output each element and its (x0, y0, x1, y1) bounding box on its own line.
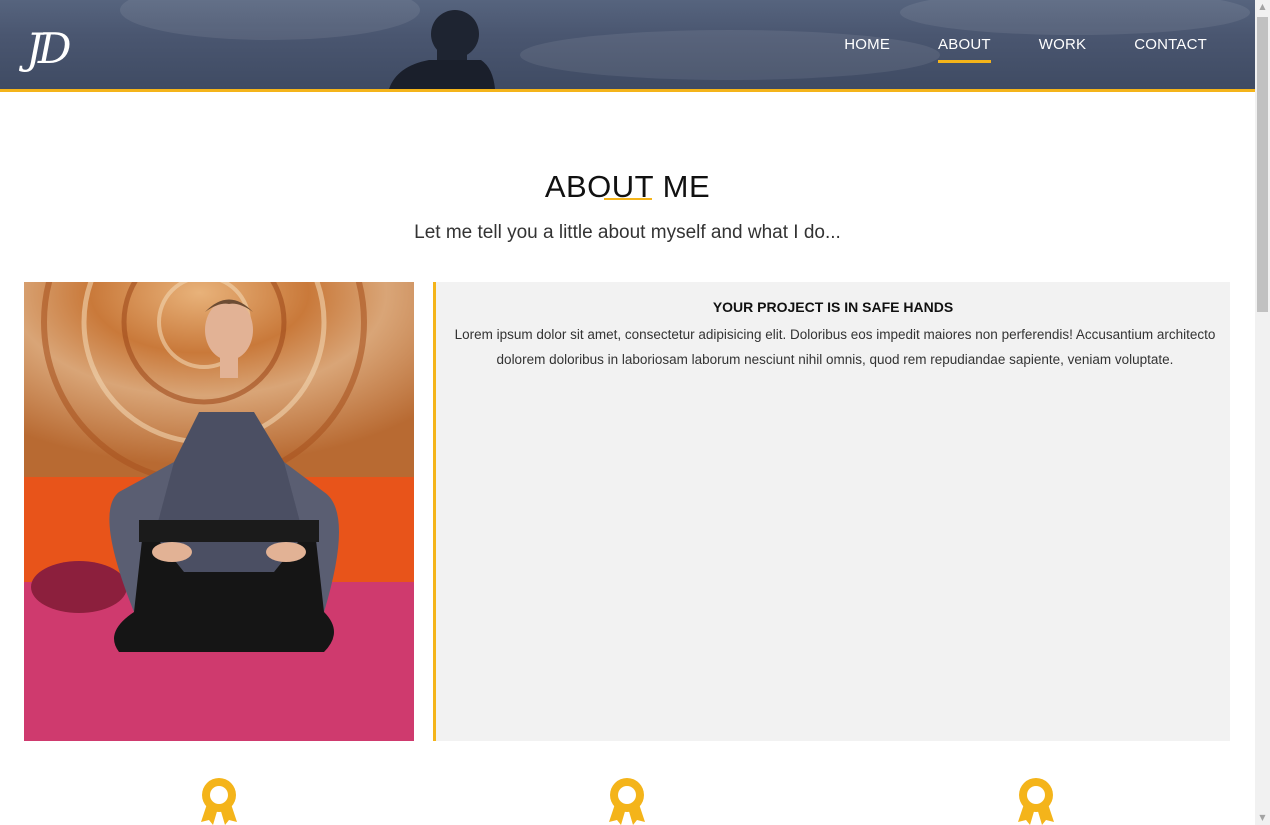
site-logo[interactable]: JD (26, 28, 71, 70)
info-text: Lorem ipsum dolor sit amet, consectetur … (454, 327, 1216, 367)
page-subtitle: Let me tell you a little about myself an… (414, 222, 841, 243)
page: JD HOME ABOUT WORK CONTACT ABOUT ME Let … (0, 0, 1255, 825)
scroll-down-arrow-icon[interactable]: ▼ (1255, 811, 1270, 825)
person-silhouette (389, 10, 495, 89)
nav-item-contact[interactable]: CONTACT (1134, 36, 1207, 53)
scrollbar-thumb[interactable] (1257, 17, 1268, 312)
profile-photo (24, 282, 414, 741)
info-panel: YOUR PROJECT IS IN SAFE HANDS Lorem ipsu… (433, 282, 1230, 741)
award-ribbon-icon (1018, 778, 1054, 825)
site-header: JD HOME ABOUT WORK CONTACT (0, 0, 1255, 92)
header-cloud (900, 0, 1250, 35)
nav-item-home[interactable]: HOME (844, 36, 890, 53)
award-ribbon-icon (609, 778, 645, 825)
title-underline (604, 198, 652, 200)
scroll-up-arrow-icon[interactable]: ▲ (1255, 0, 1270, 14)
vertical-scrollbar[interactable]: ▲ ▼ (1255, 0, 1270, 825)
award-ribbon-icon (201, 778, 237, 825)
info-heading: YOUR PROJECT IS IN SAFE HANDS (712, 299, 954, 315)
nav-item-about[interactable]: ABOUT (938, 36, 991, 63)
main-nav: HOME ABOUT WORK CONTACT (796, 36, 1207, 63)
nav-item-work[interactable]: WORK (1039, 36, 1086, 53)
header-cloud (120, 0, 420, 40)
